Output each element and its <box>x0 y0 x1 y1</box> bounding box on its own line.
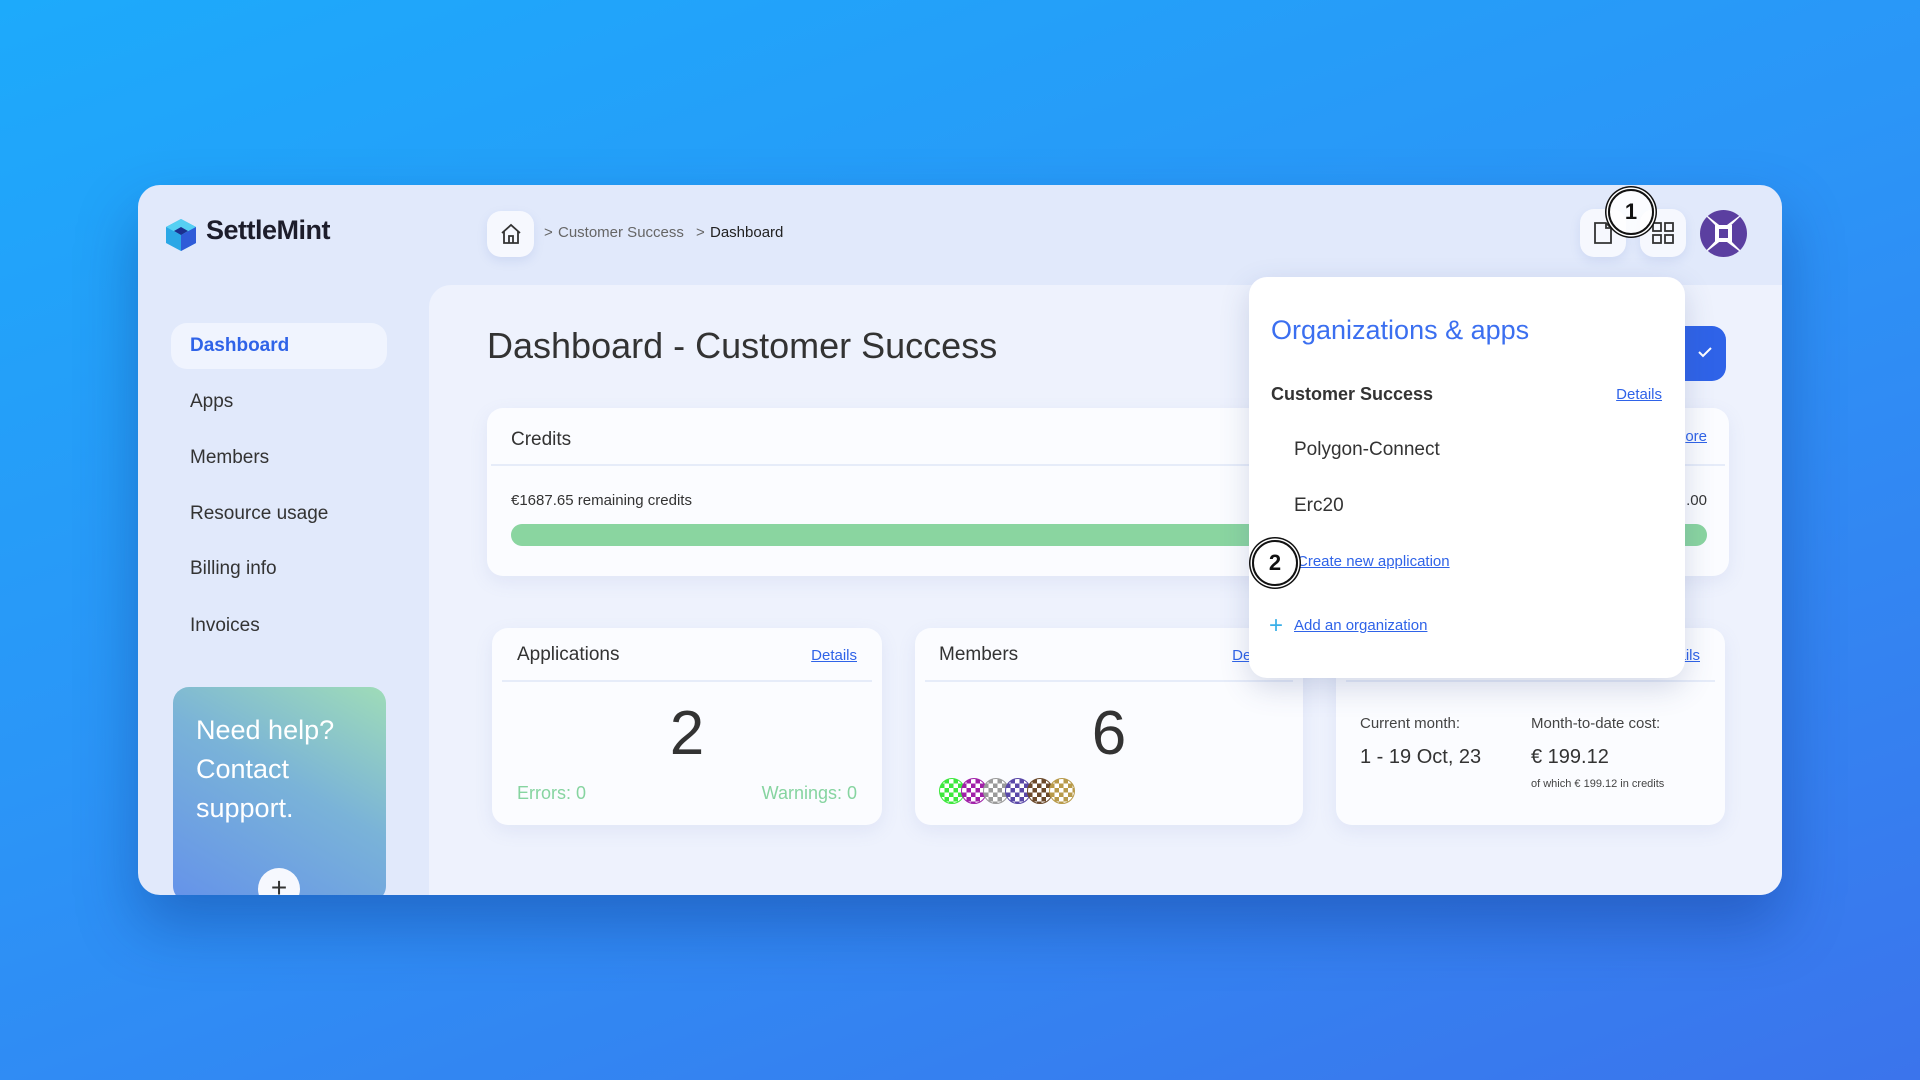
members-count: 6 <box>1091 699 1127 768</box>
add-organization-link[interactable]: Add an organization <box>1294 617 1427 634</box>
settlemint-logo-icon <box>165 218 197 257</box>
sidebar-item-invoices[interactable]: Invoices <box>171 603 387 649</box>
applications-warnings: Warnings: 0 <box>761 783 857 803</box>
home-icon <box>500 223 521 244</box>
breadcrumb-separator: > <box>696 224 705 241</box>
check-icon <box>1698 347 1712 358</box>
applications-details-link[interactable]: Details <box>811 647 857 664</box>
dropdown-title: Organizations & apps <box>1271 315 1530 345</box>
create-new-application-link[interactable]: Create new application <box>1297 553 1450 570</box>
annotation-marker-1: 1 <box>1608 189 1654 235</box>
current-month-value: 1 - 19 Oct, 23 <box>1360 746 1482 768</box>
cost-note: of which € 199.12 in credits <box>1531 778 1665 790</box>
page-title: Dashboard - Customer Success <box>487 325 998 366</box>
credits-title: Credits <box>511 429 572 450</box>
home-button[interactable] <box>487 211 534 257</box>
user-avatar[interactable] <box>1700 210 1747 257</box>
credits-total: .00 <box>1686 492 1707 509</box>
breadcrumb-dashboard: Dashboard <box>710 224 784 241</box>
organizations-dropdown: Organizations & apps Customer Success De… <box>1249 277 1685 678</box>
divider <box>1346 680 1715 682</box>
applications-errors: Errors: 0 <box>517 783 587 803</box>
members-card: Members Details 6 <box>915 628 1303 825</box>
remaining-credits: €1687.65 remaining credits <box>511 492 692 509</box>
org-name[interactable]: Customer Success <box>1271 384 1433 405</box>
applications-card: Applications Details 2 Errors: 0 Warning… <box>492 628 882 825</box>
help-line: Contact <box>196 754 290 784</box>
member-avatar <box>1049 778 1075 804</box>
sidebar-item-apps[interactable]: Apps <box>171 379 387 425</box>
grid-icon <box>1652 222 1674 244</box>
applications-title: Applications <box>517 644 620 665</box>
annotation-marker-2: 2 <box>1252 540 1298 586</box>
cost-value: € 199.12 <box>1531 746 1609 768</box>
app-item-erc20[interactable]: Erc20 <box>1294 495 1344 517</box>
document-icon <box>1594 222 1612 244</box>
help-line: support. <box>196 793 294 823</box>
sidebar-item-members[interactable]: Members <box>171 435 387 481</box>
divider <box>502 680 872 682</box>
cost-label: Month-to-date cost: <box>1531 715 1661 732</box>
help-card[interactable]: Need help? Contact support. <box>173 687 386 895</box>
credits-link[interactable]: ore <box>1685 428 1707 445</box>
member-avatars <box>939 778 1099 806</box>
breadcrumb-customer-success[interactable]: Customer Success <box>558 224 684 241</box>
applications-count: 2 <box>669 699 705 768</box>
current-month-label: Current month: <box>1360 715 1461 732</box>
plus-icon: + <box>1269 612 1284 639</box>
divider <box>925 680 1293 682</box>
sidebar-item-billing-info[interactable]: Billing info <box>171 546 387 592</box>
members-title: Members <box>939 644 1019 665</box>
brand-name[interactable]: SettleMint <box>206 215 331 246</box>
help-line: Need help? <box>196 715 335 745</box>
sidebar-item-dashboard[interactable]: Dashboard <box>171 323 387 369</box>
sidebar-item-resource-usage[interactable]: Resource usage <box>171 491 387 537</box>
breadcrumb-separator: > <box>544 224 553 241</box>
org-details-link[interactable]: Details <box>1616 386 1662 403</box>
app-item-polygon-connect[interactable]: Polygon-Connect <box>1294 439 1440 461</box>
